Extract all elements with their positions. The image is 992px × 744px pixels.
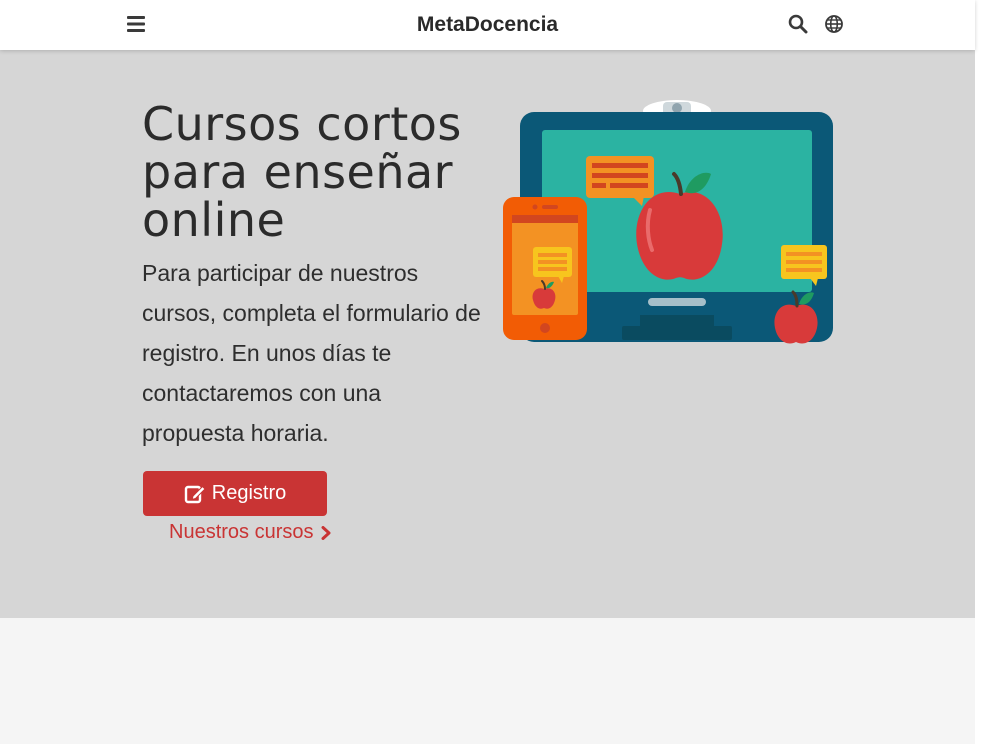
hamburger-menu-icon[interactable] xyxy=(127,15,145,33)
brand-logo-text[interactable]: MetaDocencia xyxy=(417,13,558,36)
register-button[interactable]: Registro xyxy=(143,471,327,516)
globe-icon[interactable] xyxy=(825,15,843,33)
hero-lead-text: Para participar de nuestros cursos, comp… xyxy=(142,260,481,446)
hero-title: Cursos cortos para enseñar online xyxy=(142,97,462,247)
chevron-right-icon xyxy=(321,525,330,540)
edit-icon xyxy=(184,485,206,503)
our-courses-link-label: Nuestros cursos xyxy=(169,521,314,543)
top-navbar: MetaDocencia xyxy=(0,0,975,50)
online-teaching-illustration xyxy=(503,100,833,344)
page: MetaDocencia Cursos cortos para enseñar … xyxy=(0,0,975,744)
hero-section: Cursos cortos para enseñar online Para p… xyxy=(0,50,975,618)
our-courses-link[interactable]: Nuestros cursos xyxy=(169,521,332,544)
register-button-label: Registro xyxy=(211,482,287,504)
search-icon[interactable] xyxy=(788,14,808,34)
